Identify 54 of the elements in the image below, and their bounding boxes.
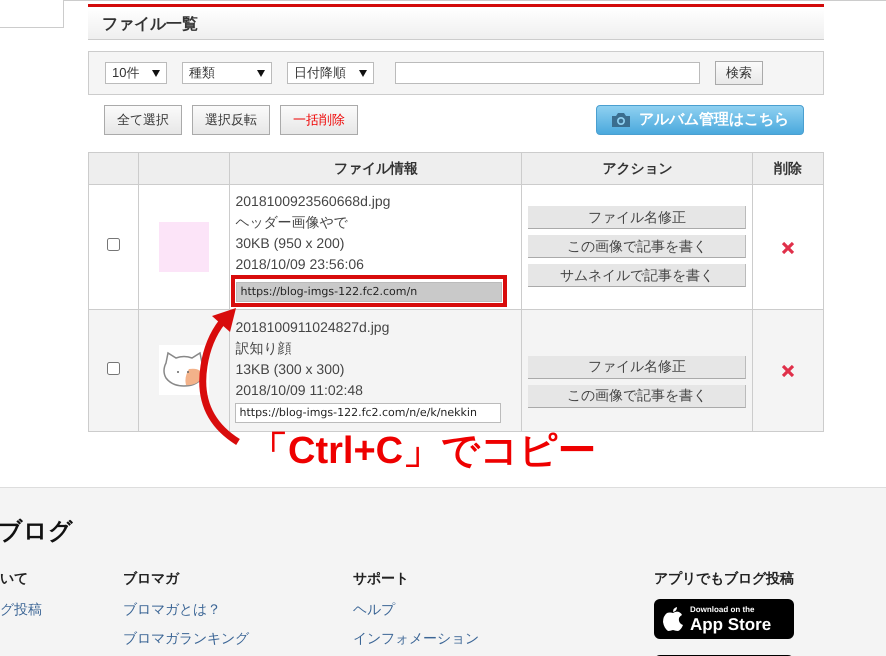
- delete-icon[interactable]: [782, 364, 794, 377]
- image-thumbnail: [159, 222, 210, 272]
- footer-link[interactable]: ブロマガランキング: [123, 628, 353, 649]
- row-checkbox[interactable]: [106, 362, 120, 374]
- footer-link[interactable]: インフォメーション: [353, 628, 654, 649]
- select-value: 種類: [189, 64, 215, 82]
- action-button[interactable]: この画像で記事を書く: [528, 235, 746, 258]
- sort-select[interactable]: 日付降順: [287, 62, 374, 84]
- select-value: 10件: [112, 64, 140, 82]
- footer-column-title: いて: [0, 570, 29, 587]
- footer-link[interactable]: ヘルプ: [353, 598, 654, 620]
- apple-icon: [662, 606, 684, 632]
- app-store-badge[interactable]: Download on the App Store: [654, 598, 794, 639]
- caret-icon: [359, 70, 367, 76]
- file-caption: ヘッダー画像やで: [235, 213, 349, 232]
- action-button[interactable]: ファイル名修正: [528, 356, 746, 378]
- select-button[interactable]: 全て選択: [104, 105, 182, 135]
- column-header: 削除: [774, 160, 802, 176]
- delete-icon[interactable]: [782, 242, 794, 254]
- file-date: 2018/10/09 23:56:06: [235, 255, 365, 274]
- footer-column-title: ブロマガ: [123, 570, 181, 587]
- select-value: 日付降順: [294, 64, 346, 82]
- count-select[interactable]: 10件: [105, 62, 167, 84]
- caret-icon: [152, 70, 160, 76]
- bulk-delete-button[interactable]: 一括削除: [280, 105, 358, 135]
- column-header: ファイル情報: [334, 160, 418, 176]
- url-field[interactable]: https://blog-imgs-122.fc2.com/n: [236, 282, 502, 302]
- page-title: ファイル一覧: [88, 4, 824, 40]
- badge-caption: Download on the: [690, 604, 756, 615]
- badge-title: App Store: [690, 614, 772, 634]
- footer-link[interactable]: グ投稿: [0, 598, 123, 620]
- footer-column-title: アプリでもブログ投稿: [654, 570, 795, 587]
- file-date: 2018/10/09 11:02:48: [235, 381, 364, 400]
- footer-link[interactable]: ブロマガとは？: [123, 598, 353, 620]
- footer-heading: ブログ: [0, 517, 74, 547]
- camera-icon: [611, 112, 631, 128]
- column-header: アクション: [602, 160, 672, 176]
- search-field[interactable]: [395, 62, 700, 84]
- file-caption: 訳知り顔: [235, 339, 292, 358]
- footer-column-title: サポート: [353, 570, 410, 587]
- search-button[interactable]: 検索: [715, 61, 763, 85]
- file-size: 13KB (300 x 300): [235, 360, 346, 380]
- type-select[interactable]: 種類: [182, 62, 272, 84]
- action-button[interactable]: ファイル名修正: [528, 206, 746, 230]
- annotation-text: 「Ctrl+C」でコピー: [250, 429, 596, 474]
- file-size: 30KB (950 x 200): [235, 234, 346, 253]
- file-name: 2018100923560668d.jpg: [235, 192, 392, 211]
- action-button[interactable]: この画像で記事を書く: [528, 384, 746, 408]
- file-name: 2018100911024827d.jpg: [235, 318, 390, 338]
- caret-icon: [257, 70, 265, 76]
- select-button[interactable]: 選択反転: [192, 105, 270, 135]
- action-button[interactable]: サムネイルで記事を書く: [528, 264, 746, 288]
- url-field[interactable]: https://blog-imgs-122.fc2.com/n/e/k/nekkin: [235, 402, 502, 423]
- row-checkbox[interactable]: [106, 238, 120, 252]
